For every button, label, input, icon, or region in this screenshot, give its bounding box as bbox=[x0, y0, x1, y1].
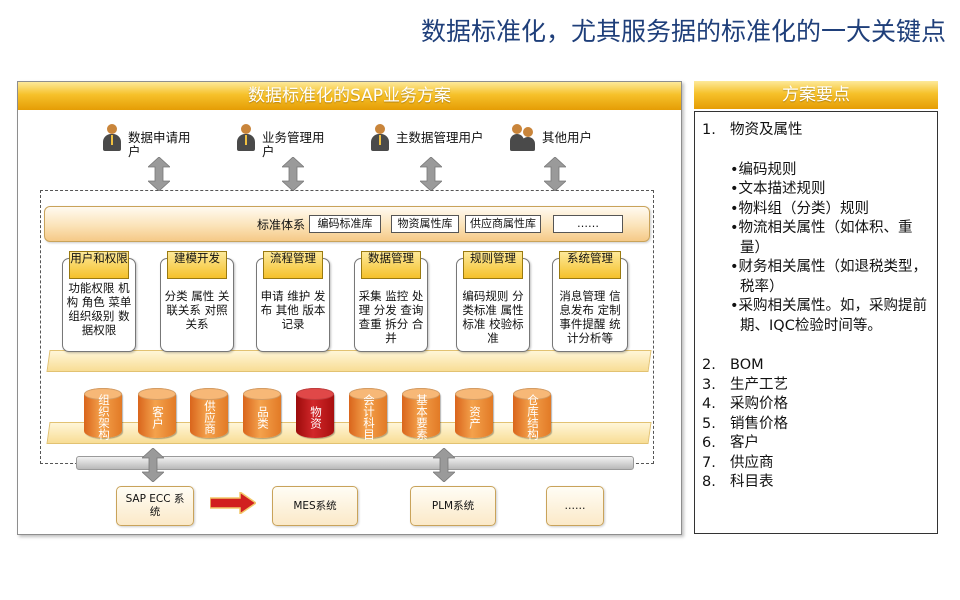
sub-bullet: •财务相关属性（如退税类型，税率） bbox=[730, 259, 928, 295]
key-point-item: 8. 科目表 bbox=[702, 474, 774, 490]
updown-arrow-icon bbox=[142, 448, 164, 482]
module-title: 建模开发 bbox=[167, 251, 227, 279]
module-title: 规则管理 bbox=[463, 251, 523, 279]
sub-bullet-list: •编码规则 •文本描述规则 •物料组（分类）规则 •物流相关属性（如体积、重量）… bbox=[702, 161, 930, 337]
module-title: 用户和权限 bbox=[69, 251, 129, 279]
updown-arrow-icon bbox=[282, 157, 304, 191]
data-store-cylinder: 品类 bbox=[243, 388, 281, 438]
key-point-item: 2. BOM bbox=[702, 357, 764, 373]
data-store-cylinder: 基本要素 bbox=[402, 388, 440, 440]
system-box: PLM系统 bbox=[410, 486, 496, 526]
sub-bullet: •物流相关属性（如体积、重量） bbox=[730, 220, 913, 256]
data-store-cylinder: 供应商 bbox=[190, 388, 228, 438]
person-icon bbox=[236, 124, 256, 152]
module-card: 数据管理 采集 监控 处理 分发 查询 查重 拆分 合并 bbox=[354, 251, 428, 352]
module-title: 流程管理 bbox=[263, 251, 323, 279]
module-body: 消息管理 信息发布 定制事件提醒 统计分析等 bbox=[559, 289, 621, 345]
updown-arrow-icon bbox=[544, 157, 566, 191]
solution-panel-title: 数据标准化的SAP业务方案 bbox=[18, 82, 681, 110]
system-box: SAP ECC 系统 bbox=[116, 486, 194, 526]
user-other: 其他用户 bbox=[510, 124, 616, 152]
user-label: 主数据管理用户 bbox=[396, 130, 484, 145]
data-store-cylinder: 会计科目 bbox=[349, 388, 387, 440]
module-body: 申请 维护 发布 其他 版本记录 bbox=[260, 289, 326, 331]
system-box: …… bbox=[546, 486, 604, 526]
key-points-list: 1. 物资及属性 •编码规则 •文本描述规则 •物料组（分类）规则 •物流相关属性… bbox=[702, 121, 930, 493]
standards-tag: 物资属性库 bbox=[391, 215, 459, 233]
user-label: 其他用户 bbox=[542, 130, 593, 145]
key-point-item: 1. 物资及属性 bbox=[702, 122, 803, 138]
data-store-cylinder: 资产 bbox=[455, 388, 493, 438]
data-store-cylinder: 仓库结构 bbox=[513, 388, 551, 440]
right-arrow-icon bbox=[210, 492, 256, 514]
sub-bullet: •物料组（分类）规则 bbox=[730, 200, 870, 217]
standards-bar: 标准体系 编码标准库 物资属性库 供应商属性库 …… bbox=[44, 206, 650, 242]
data-store-cylinder: 组织架构 bbox=[84, 388, 122, 440]
standards-tag: 编码标准库 bbox=[309, 215, 381, 233]
module-body: 功能权限 机构 角色 菜单 组织级别 数据权限 bbox=[66, 281, 132, 337]
module-body: 分类 属性 关联关系 对照关系 bbox=[164, 289, 230, 331]
key-points-title: 方案要点 bbox=[694, 81, 938, 109]
key-point-item: 6. 客户 bbox=[702, 435, 759, 451]
key-point-item: 3. 生产工艺 bbox=[702, 376, 788, 393]
updown-arrow-icon bbox=[148, 157, 170, 191]
person-icon bbox=[102, 124, 122, 152]
standards-tag: 供应商属性库 bbox=[465, 215, 541, 233]
sub-bullet: •文本描述规则 bbox=[730, 181, 826, 197]
sub-bullet: •编码规则 bbox=[730, 161, 797, 178]
updown-arrow-icon bbox=[420, 157, 442, 191]
module-title: 系统管理 bbox=[559, 251, 621, 279]
data-store-cylinder: 客户 bbox=[138, 388, 176, 438]
slide-title: 数据标准化，尤其服务据的标准化的一大关键点 bbox=[420, 17, 946, 46]
module-shelf bbox=[46, 350, 652, 372]
data-store-cylinder-highlight: 物资 bbox=[296, 388, 334, 438]
standards-tag: …… bbox=[553, 215, 623, 233]
module-card: 用户和权限 功能权限 机构 角色 菜单 组织级别 数据权限 bbox=[62, 251, 136, 352]
user-label: 业务管理用户 bbox=[262, 130, 325, 159]
key-point-item: 5. 销售价格 bbox=[702, 415, 788, 432]
key-point-item: 7. 供应商 bbox=[702, 454, 774, 471]
module-title: 数据管理 bbox=[361, 251, 421, 279]
user-master-data-manager: 主数据管理用户 bbox=[370, 124, 484, 152]
user-business-manager: 业务管理用户 bbox=[236, 124, 336, 159]
sub-bullet: •采购相关属性。如，采购提前期、IQC检验时间等。 bbox=[730, 298, 928, 334]
module-card: 建模开发 分类 属性 关联关系 对照关系 bbox=[160, 251, 234, 352]
standards-label: 标准体系 bbox=[257, 218, 306, 232]
module-card: 系统管理 消息管理 信息发布 定制事件提醒 统计分析等 bbox=[552, 251, 628, 352]
module-body: 采集 监控 处理 分发 查询 查重 拆分 合并 bbox=[358, 289, 424, 345]
group-icon bbox=[510, 124, 536, 152]
key-point-item: 4. 采购价格 bbox=[702, 396, 788, 412]
user-data-applicant: 数据申请用户 bbox=[102, 124, 202, 159]
module-body: 编码规则 分类标准 属性标准 校验标准 bbox=[462, 289, 524, 345]
module-card: 规则管理 编码规则 分类标准 属性标准 校验标准 bbox=[456, 251, 530, 352]
updown-arrow-icon bbox=[433, 448, 455, 482]
person-icon bbox=[370, 124, 390, 152]
module-card: 流程管理 申请 维护 发布 其他 版本记录 bbox=[256, 251, 330, 352]
system-box: MES系统 bbox=[272, 486, 358, 526]
user-label: 数据申请用户 bbox=[128, 130, 191, 159]
